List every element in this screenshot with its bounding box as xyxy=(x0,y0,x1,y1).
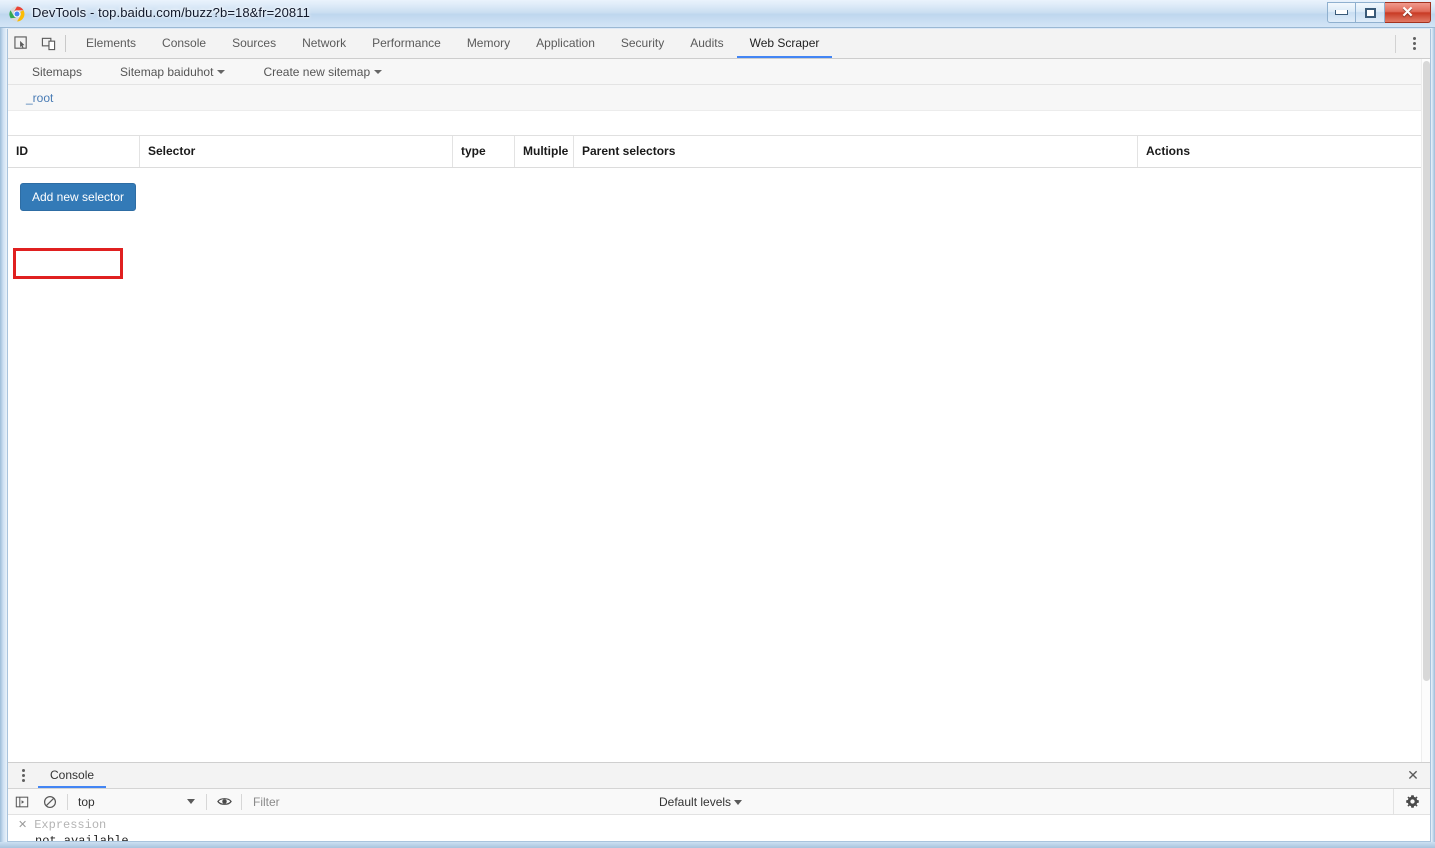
console-sidebar-icon xyxy=(15,796,29,807)
gear-icon xyxy=(1405,795,1419,808)
column-header-id: ID xyxy=(8,136,140,167)
nav-sitemaps[interactable]: Sitemaps xyxy=(32,65,82,79)
minimize-icon xyxy=(1335,10,1348,15)
tab-security[interactable]: Security xyxy=(608,29,677,58)
tab-console[interactable]: Console xyxy=(149,29,219,58)
more-vertical-icon xyxy=(15,767,31,785)
console-toolbar-divider xyxy=(67,793,68,810)
console-toolbar-divider xyxy=(241,793,242,810)
nav-sitemap-current[interactable]: Sitemap baiduhot xyxy=(120,64,226,79)
add-new-selector-button[interactable]: Add new selector xyxy=(20,183,137,212)
tab-audits[interactable]: Audits xyxy=(677,29,736,58)
console-context-value: top xyxy=(78,794,95,809)
console-live-expression-row: ✕ Expression xyxy=(8,818,1430,832)
chevron-down-icon xyxy=(217,70,226,75)
live-expression-result: not available xyxy=(35,834,129,842)
column-header-multiple: Multiple xyxy=(515,136,574,167)
browser-window: DevTools - top.baidu.com/buzz?b=18&fr=20… xyxy=(0,0,1435,848)
clear-console-button[interactable] xyxy=(36,789,64,815)
close-icon: ✕ xyxy=(1407,767,1419,783)
tab-network[interactable]: Network xyxy=(289,29,359,58)
nav-create-new-sitemap-label: Create new sitemap xyxy=(263,64,371,79)
chevron-down-icon xyxy=(187,799,195,804)
window-frame-bottom xyxy=(0,842,1435,848)
device-toolbar-icon xyxy=(41,37,56,51)
console-toolbar: top Filter Default levels xyxy=(8,788,1430,815)
column-header-type: type xyxy=(453,136,515,167)
console-output: ✕ Expression not available xyxy=(8,815,1430,842)
tab-elements[interactable]: Elements xyxy=(73,29,149,58)
panel-scrollbar-thumb[interactable] xyxy=(1423,61,1430,681)
console-settings-button[interactable] xyxy=(1393,788,1430,815)
tab-web-scraper[interactable]: Web Scraper xyxy=(736,29,833,58)
window-controls: ✕ xyxy=(1327,2,1431,23)
console-drawer: Console ✕ top Filter Default levels ✕ Ex… xyxy=(8,762,1430,842)
breadcrumb-root-link[interactable]: _root xyxy=(26,91,53,105)
web-scraper-panel: Sitemaps Sitemap baiduhot Create new sit… xyxy=(8,59,1430,762)
devtools-panel: Elements Console Sources Network Perform… xyxy=(7,29,1431,842)
device-toolbar-button[interactable] xyxy=(35,29,62,58)
window-frame-right xyxy=(1431,28,1435,848)
inspect-element-button[interactable] xyxy=(8,29,35,58)
web-scraper-nav: Sitemaps Sitemap baiduhot Create new sit… xyxy=(8,59,1430,85)
drawer-more-vertical-icon[interactable] xyxy=(8,763,38,788)
close-icon: ✕ xyxy=(1401,4,1414,21)
clear-console-icon xyxy=(43,795,57,808)
title-bar: DevTools - top.baidu.com/buzz?b=18&fr=20… xyxy=(0,0,1435,28)
chevron-down-icon xyxy=(734,799,743,805)
console-sidebar-toggle-button[interactable] xyxy=(8,789,36,815)
chrome-icon xyxy=(9,6,25,22)
console-toolbar-divider xyxy=(206,793,207,810)
panel-scrollbar[interactable] xyxy=(1421,59,1430,762)
console-filter-input[interactable]: Filter xyxy=(245,795,553,809)
selector-actions: Add new selector xyxy=(8,168,1430,212)
column-header-actions: Actions xyxy=(1146,144,1191,158)
panel-spacer xyxy=(8,111,1430,135)
devtools-tabs: Elements Console Sources Network Perform… xyxy=(73,29,833,58)
maximize-button[interactable] xyxy=(1356,2,1385,23)
column-header-parent-selectors: Parent selectors xyxy=(574,136,1138,167)
toolbar-divider xyxy=(65,35,66,52)
maximize-icon xyxy=(1364,7,1376,18)
console-levels-label: Default levels xyxy=(659,794,732,809)
live-expression-placeholder[interactable]: Expression xyxy=(34,818,106,832)
remove-expression-icon[interactable]: ✕ xyxy=(18,818,27,831)
console-context-select[interactable]: top xyxy=(71,789,203,815)
column-header-selector: Selector xyxy=(140,136,453,167)
nav-sitemaps-label: Sitemaps xyxy=(32,64,83,79)
tab-sources[interactable]: Sources xyxy=(219,29,289,58)
devtools-tab-strip-right xyxy=(1395,29,1430,58)
selector-table: ID Selector type Multiple Parent selecto… xyxy=(8,135,1430,168)
selector-table-header-row: ID Selector type Multiple Parent selecto… xyxy=(8,136,1430,167)
tab-performance[interactable]: Performance xyxy=(359,29,454,58)
minimize-button[interactable] xyxy=(1327,2,1356,23)
live-expression-eye-icon xyxy=(216,798,232,805)
devtools-tab-strip: Elements Console Sources Network Perform… xyxy=(8,29,1430,59)
window-title: DevTools - top.baidu.com/buzz?b=18&fr=20… xyxy=(32,5,310,20)
console-levels-select[interactable]: Default levels xyxy=(659,794,743,809)
close-button[interactable]: ✕ xyxy=(1385,2,1431,23)
nav-sitemap-current-label: Sitemap baiduhot xyxy=(120,64,214,79)
drawer-close-button[interactable]: ✕ xyxy=(1396,763,1430,788)
more-vertical-icon[interactable] xyxy=(1406,35,1422,53)
toolbar-divider-right xyxy=(1395,34,1396,53)
live-expression-button[interactable] xyxy=(210,789,238,815)
drawer-tab-strip: Console ✕ xyxy=(8,763,1430,789)
tab-application[interactable]: Application xyxy=(523,29,608,58)
drawer-tab-console[interactable]: Console xyxy=(38,763,107,788)
inspect-element-icon xyxy=(14,36,27,49)
chevron-down-icon xyxy=(374,70,383,75)
nav-create-new-sitemap[interactable]: Create new sitemap xyxy=(263,64,383,79)
annotation-highlight-box xyxy=(13,248,123,279)
window-frame-left xyxy=(0,28,7,848)
breadcrumb: _root xyxy=(8,85,1430,111)
tab-memory[interactable]: Memory xyxy=(454,29,523,58)
